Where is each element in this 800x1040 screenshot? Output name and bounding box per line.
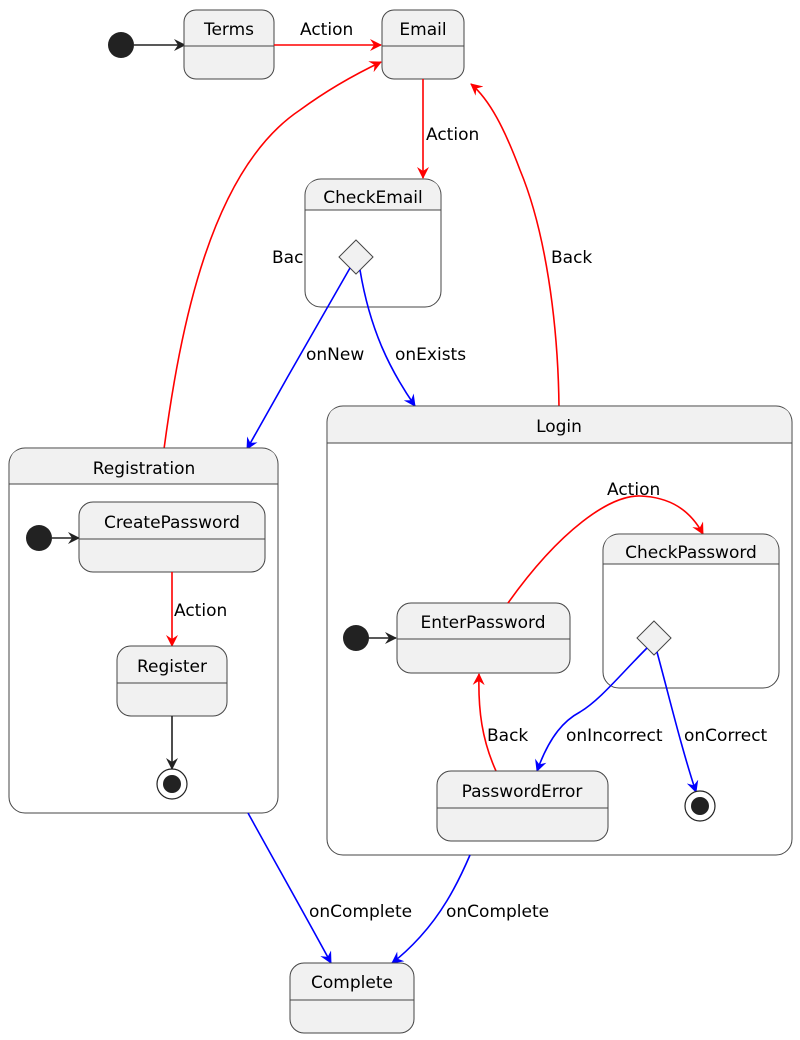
edge-label-enter-to-checkpassword: Action [607,480,660,500]
state-enter-password-label: EnterPassword [420,613,545,633]
edge-label-password-error-back: Back [487,726,528,746]
state-terms[interactable]: Terms [183,9,275,80]
state-enter-password[interactable]: EnterPassword [396,602,571,674]
state-check-email[interactable]: CheckEmail [304,178,442,308]
edge-label-onnew: onNew [306,345,364,365]
state-email-label: Email [399,20,446,40]
state-register-label: Register [137,657,207,677]
edge-label-login-complete: onComplete [446,902,549,922]
login-final-dot [691,797,709,815]
state-diagram: Terms Action Email Action Back Back Chec… [8,9,793,1034]
edge-label-terms-to-email: Action [300,20,353,40]
state-check-email-label: CheckEmail [323,188,422,208]
edge-label-create-to-register: Action [174,601,227,621]
state-register[interactable]: Register [116,645,228,717]
state-terms-label: Terms [203,20,254,40]
edge-label-registration-complete: onComplete [309,902,412,922]
edge-label-on-incorrect: onIncorrect [566,726,663,746]
state-complete[interactable]: Complete [289,962,415,1034]
registration-final-dot [163,775,181,793]
edge-label-login-back: Back [551,248,592,268]
edge-label-on-correct: onCorrect [684,726,768,746]
edge-label-onexists: onExists [395,345,466,365]
state-password-error[interactable]: PasswordError [436,770,609,842]
state-password-error-label: PasswordError [462,782,583,802]
login-initial-state [343,625,369,651]
state-check-password-label: CheckPassword [625,543,757,563]
state-email[interactable]: Email [381,9,465,80]
edge-label-email-to-checkemail: Action [426,125,479,145]
initial-state [108,32,134,58]
registration-initial-state [26,525,52,551]
state-check-password[interactable]: CheckPassword [602,533,780,689]
state-login-label: Login [536,417,582,437]
state-create-password-label: CreatePassword [104,513,240,533]
state-complete-label: Complete [311,973,393,993]
edge-registration-complete [247,812,332,964]
state-create-password[interactable]: CreatePassword [78,501,266,573]
state-registration-label: Registration [93,459,196,479]
edge-login-back-to-email [470,83,560,408]
